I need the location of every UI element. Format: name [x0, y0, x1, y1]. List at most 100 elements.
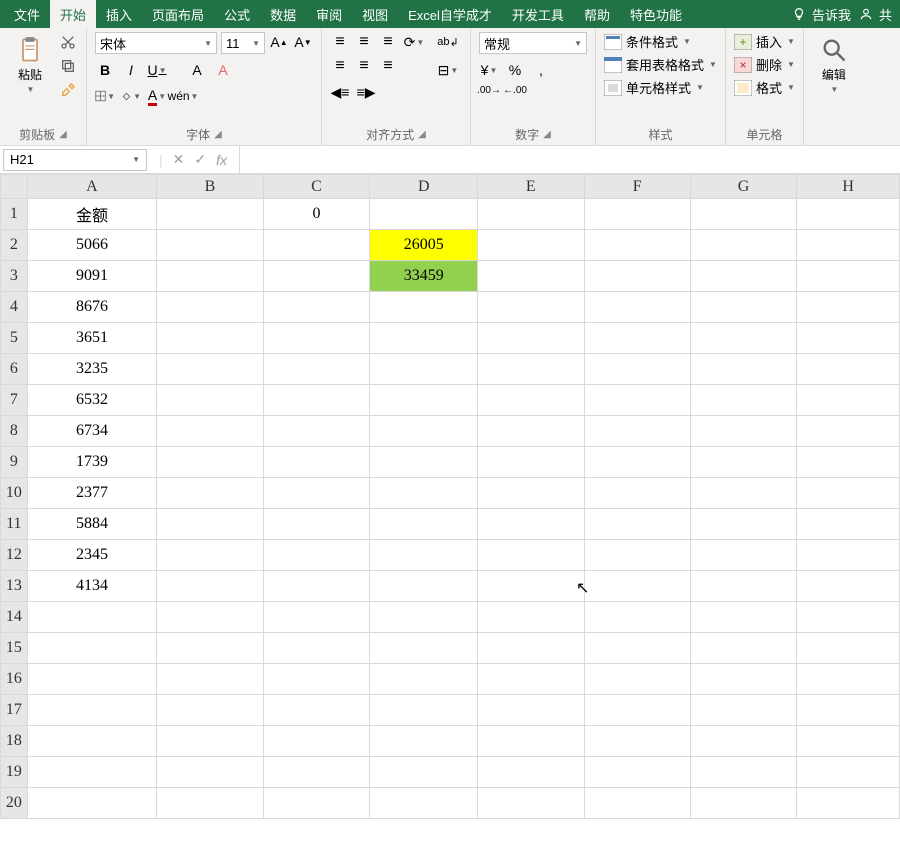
cell-D4[interactable] [370, 292, 478, 323]
cell-E13[interactable] [478, 571, 584, 602]
cell-D7[interactable] [370, 385, 478, 416]
fill-color-button[interactable]: ▼ [121, 86, 141, 106]
cell-B7[interactable] [157, 385, 263, 416]
menu-home[interactable]: 开始 [50, 0, 96, 29]
cell-G19[interactable] [690, 757, 796, 788]
cell-B18[interactable] [157, 726, 263, 757]
cell-F4[interactable] [584, 292, 690, 323]
cell-G14[interactable] [690, 602, 796, 633]
menu-help[interactable]: 帮助 [574, 0, 620, 29]
menu-special[interactable]: 特色功能 [620, 0, 692, 29]
cell-A18[interactable] [27, 726, 157, 757]
cell-D10[interactable] [370, 478, 478, 509]
align-left-button[interactable]: ≡ [330, 56, 350, 76]
cell-F7[interactable] [584, 385, 690, 416]
row-header-19[interactable]: 19 [1, 757, 28, 788]
dialog-launcher-icon[interactable]: ◢ [543, 129, 551, 140]
cell-E19[interactable] [478, 757, 584, 788]
cell-D6[interactable] [370, 354, 478, 385]
cell-C19[interactable] [263, 757, 370, 788]
cell-H16[interactable] [797, 664, 900, 695]
row-header-6[interactable]: 6 [1, 354, 28, 385]
row-header-17[interactable]: 17 [1, 695, 28, 726]
currency-button[interactable]: ¥▼ [479, 60, 499, 80]
formula-input[interactable] [240, 149, 900, 171]
cell-H5[interactable] [797, 323, 900, 354]
cell-A13[interactable]: 4134 [27, 571, 157, 602]
row-header-2[interactable]: 2 [1, 230, 28, 261]
cell-H13[interactable] [797, 571, 900, 602]
cell-B5[interactable] [157, 323, 263, 354]
align-top-button[interactable]: ≡ [330, 32, 350, 52]
cell-D2[interactable]: 26005 [370, 230, 478, 261]
cell-F10[interactable] [584, 478, 690, 509]
cell-F17[interactable] [584, 695, 690, 726]
cell-H2[interactable] [797, 230, 900, 261]
cell-C16[interactable] [263, 664, 370, 695]
number-format-select[interactable]: 常规▼ [479, 32, 587, 54]
col-header-B[interactable]: B [157, 175, 263, 199]
row-header-1[interactable]: 1 [1, 199, 28, 230]
row-header-8[interactable]: 8 [1, 416, 28, 447]
cell-H18[interactable] [797, 726, 900, 757]
cell-G1[interactable] [690, 199, 796, 230]
insert-cells-button[interactable]: +插入▼ [734, 32, 795, 51]
col-header-F[interactable]: F [584, 175, 690, 199]
cell-A15[interactable] [27, 633, 157, 664]
borders-button[interactable]: ▼ [95, 86, 115, 106]
cell-C7[interactable] [263, 385, 370, 416]
cell-C3[interactable] [263, 261, 370, 292]
cell-E15[interactable] [478, 633, 584, 664]
cell-A9[interactable]: 1739 [27, 447, 157, 478]
cell-H17[interactable] [797, 695, 900, 726]
menu-formulas[interactable]: 公式 [214, 0, 260, 29]
cell-C9[interactable] [263, 447, 370, 478]
cell-H10[interactable] [797, 478, 900, 509]
cell-B11[interactable] [157, 509, 263, 540]
cell-H20[interactable] [797, 788, 900, 819]
cell-F2[interactable] [584, 230, 690, 261]
cell-D17[interactable] [370, 695, 478, 726]
cell-G10[interactable] [690, 478, 796, 509]
cell-H8[interactable] [797, 416, 900, 447]
menu-data[interactable]: 数据 [260, 0, 306, 29]
cell-C1[interactable]: 0 [263, 199, 370, 230]
cell-B1[interactable] [157, 199, 263, 230]
cell-C11[interactable] [263, 509, 370, 540]
cell-A6[interactable]: 3235 [27, 354, 157, 385]
cell-D19[interactable] [370, 757, 478, 788]
cell-C5[interactable] [263, 323, 370, 354]
percent-button[interactable]: % [505, 60, 525, 80]
cell-F19[interactable] [584, 757, 690, 788]
row-header-15[interactable]: 15 [1, 633, 28, 664]
cell-E9[interactable] [478, 447, 584, 478]
cell-F12[interactable] [584, 540, 690, 571]
cell-A14[interactable] [27, 602, 157, 633]
name-box[interactable]: H21▼ [3, 149, 147, 171]
cut-button[interactable] [58, 32, 78, 52]
tell-me[interactable]: 告诉我 [792, 5, 851, 24]
dialog-launcher-icon[interactable]: ◢ [59, 129, 67, 140]
cell-E14[interactable] [478, 602, 584, 633]
cell-E12[interactable] [478, 540, 584, 571]
cell-B3[interactable] [157, 261, 263, 292]
conditional-format-button[interactable]: 条件格式▼ [604, 32, 717, 51]
cell-B13[interactable] [157, 571, 263, 602]
cell-H6[interactable] [797, 354, 900, 385]
cell-A11[interactable]: 5884 [27, 509, 157, 540]
cell-D11[interactable] [370, 509, 478, 540]
cell-G20[interactable] [690, 788, 796, 819]
cell-E6[interactable] [478, 354, 584, 385]
cell-G16[interactable] [690, 664, 796, 695]
cell-E8[interactable] [478, 416, 584, 447]
row-header-18[interactable]: 18 [1, 726, 28, 757]
cell-E2[interactable] [478, 230, 584, 261]
cell-E4[interactable] [478, 292, 584, 323]
format-painter-button[interactable] [58, 80, 78, 100]
cell-C8[interactable] [263, 416, 370, 447]
row-header-13[interactable]: 13 [1, 571, 28, 602]
cell-C6[interactable] [263, 354, 370, 385]
wrap-text-button[interactable]: ab↲ [434, 32, 462, 52]
row-header-9[interactable]: 9 [1, 447, 28, 478]
cell-F11[interactable] [584, 509, 690, 540]
